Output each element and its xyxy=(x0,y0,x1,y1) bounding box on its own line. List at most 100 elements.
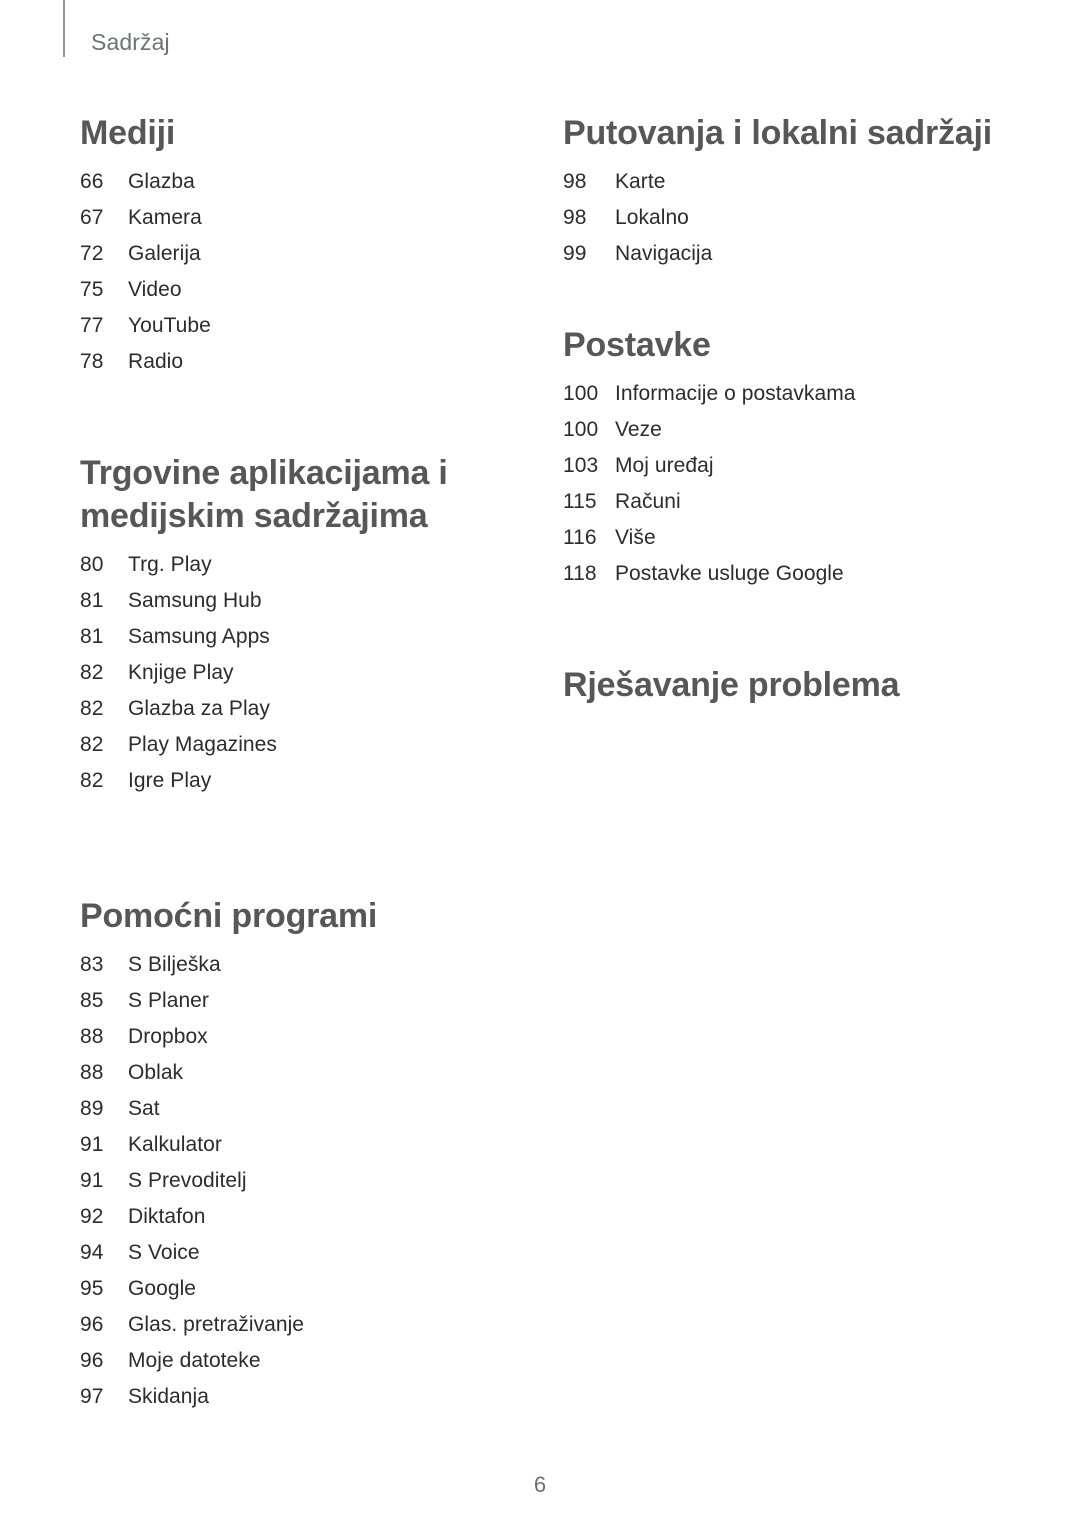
toc-entry-label: S Planer xyxy=(128,989,209,1012)
toc-entry-label: Moje datoteke xyxy=(128,1349,261,1372)
toc-entry-page: 82 xyxy=(80,769,104,792)
toc-entry-label: Navigacija xyxy=(615,242,713,265)
heading-spacer xyxy=(80,155,520,164)
toc-entry-page: 94 xyxy=(80,1241,104,1264)
toc-entry-page: 118 xyxy=(563,562,597,585)
toc-entry-label: Moj uređaj xyxy=(615,454,714,477)
toc-entry[interactable]: 99 Navigacija xyxy=(563,236,1013,272)
toc-entry[interactable]: 77 YouTube xyxy=(80,308,520,344)
toc-entry[interactable]: 103 Moj uređaj xyxy=(563,448,1013,484)
toc-entry[interactable]: 118 Postavke usluge Google xyxy=(563,556,1013,592)
running-header: Sadržaj xyxy=(63,0,170,57)
toc-entry-list: 98 Karte 98 Lokalno 99 Navigacija xyxy=(563,164,1013,272)
toc-entry-page: 103 xyxy=(563,454,599,477)
toc-entry-label: Računi xyxy=(615,490,681,513)
toc-entry-page: 115 xyxy=(563,490,597,513)
toc-entry-page: 95 xyxy=(80,1277,104,1300)
toc-entry[interactable]: 88 Oblak xyxy=(80,1055,520,1091)
toc-entry-label: S Voice xyxy=(128,1241,200,1264)
toc-entry-label: Karte xyxy=(615,170,666,193)
toc-entry-label: Skidanja xyxy=(128,1385,209,1408)
toc-entry[interactable]: 82 Play Magazines xyxy=(80,727,520,763)
toc-entry[interactable]: 82 Knjige Play xyxy=(80,655,520,691)
toc-entry[interactable]: 88 Dropbox xyxy=(80,1019,520,1055)
toc-entry-list: 100 Informacije o postavkama 100 Veze 103 Moj… xyxy=(563,376,1013,592)
toc-entry-page: 92 xyxy=(80,1205,104,1228)
toc-section-trgovine-aplikacijama-i-medijskim-sadrza: Trgovine aplikacijama i medijskim sadrža… xyxy=(80,452,520,799)
toc-entry-page: 88 xyxy=(80,1061,104,1084)
toc-column-left: Mediji 66 Glazba 67 Kamera 72 Galerija 75 Video 7… xyxy=(80,112,520,1415)
toc-section-putovanja-i-lokalni-sadrzaji: Putovanja i lokalni sadržaji 98 Karte 98 Lok… xyxy=(563,112,1013,272)
toc-entry-list: 80 Trg. Play 81 Samsung Hub 81 Samsung Apps 82… xyxy=(80,547,520,799)
toc-entry[interactable]: 66 Glazba xyxy=(80,164,520,200)
toc-entry-label: Glazba xyxy=(128,170,195,193)
toc-entry[interactable]: 116 Više xyxy=(563,520,1013,556)
toc-entry-label: Postavke usluge Google xyxy=(615,562,844,585)
toc-entry[interactable]: 82 Igre Play xyxy=(80,763,520,799)
toc-entry-label: Radio xyxy=(128,350,184,373)
toc-entry-label: Google xyxy=(128,1277,197,1300)
toc-entry-page: 89 xyxy=(80,1097,104,1120)
toc-entry-label: Dropbox xyxy=(128,1025,208,1048)
toc-entry-page: 99 xyxy=(563,242,587,265)
toc-entry[interactable]: 115 Računi xyxy=(563,484,1013,520)
toc-entry-page: 82 xyxy=(80,697,104,720)
toc-entry-label: Galerija xyxy=(128,242,201,265)
toc-entry[interactable]: 98 Karte xyxy=(563,164,1013,200)
heading-spacer xyxy=(563,367,1013,376)
toc-entry[interactable]: 75 Video xyxy=(80,272,520,308)
toc-entry-page: 91 xyxy=(80,1133,104,1156)
toc-entry[interactable]: 67 Kamera xyxy=(80,200,520,236)
toc-entry-page: 77 xyxy=(80,314,104,337)
toc-entry-page: 81 xyxy=(80,625,104,648)
toc-entry[interactable]: 89 Sat xyxy=(80,1091,520,1127)
toc-entry[interactable]: 98 Lokalno xyxy=(563,200,1013,236)
toc-entry-label: Kamera xyxy=(128,206,202,229)
toc-entry[interactable]: 96 Glas. pretraživanje xyxy=(80,1307,520,1343)
toc-entry-page: 91 xyxy=(80,1169,104,1192)
toc-entry[interactable]: 91 Kalkulator xyxy=(80,1127,520,1163)
toc-entry-page: 67 xyxy=(80,206,104,229)
toc-entry[interactable]: 100 Veze xyxy=(563,412,1013,448)
toc-entry[interactable]: 80 Trg. Play xyxy=(80,547,520,583)
toc-entry-label: Glazba za Play xyxy=(128,697,270,720)
toc-page: Sadržaj Mediji 66 Glazba 67 Kamera 72 Galerija… xyxy=(0,0,1080,1527)
toc-entry-page: 100 xyxy=(563,418,599,441)
heading-spacer xyxy=(563,155,1013,164)
toc-entry[interactable]: 94 S Voice xyxy=(80,1235,520,1271)
section-heading: Pomoćni programi xyxy=(80,897,378,935)
toc-entry[interactable]: 83 S Bilješka xyxy=(80,947,520,983)
toc-entry-page: 98 xyxy=(563,170,587,193)
section-heading: Postavke xyxy=(563,326,711,364)
section-heading: Putovanja i lokalni sadržaji xyxy=(563,114,992,152)
toc-entry-label: Knjige Play xyxy=(128,661,234,684)
toc-entry[interactable]: 81 Samsung Hub xyxy=(80,583,520,619)
toc-entry[interactable]: 96 Moje datoteke xyxy=(80,1343,520,1379)
toc-entry[interactable]: 95 Google xyxy=(80,1271,520,1307)
toc-column-right: Putovanja i lokalni sadržaji 98 Karte 98 Lok… xyxy=(563,112,1013,707)
toc-entry-page: 82 xyxy=(80,733,104,756)
toc-section-pomocni-programi: Pomoćni programi 83 S Bilješka 85 S Planer 88… xyxy=(80,895,520,1415)
toc-entry[interactable]: 72 Galerija xyxy=(80,236,520,272)
toc-entry[interactable]: 92 Diktafon xyxy=(80,1199,520,1235)
toc-entry-page: 66 xyxy=(80,170,104,193)
toc-entry[interactable]: 100 Informacije o postavkama xyxy=(563,376,1013,412)
toc-entry-page: 72 xyxy=(80,242,104,265)
toc-entry-label: Play Magazines xyxy=(128,733,277,756)
toc-entry[interactable]: 81 Samsung Apps xyxy=(80,619,520,655)
toc-entry-label: Video xyxy=(128,278,182,301)
section-heading: Mediji xyxy=(80,114,176,152)
toc-entry[interactable]: 97 Skidanja xyxy=(80,1379,520,1415)
toc-entry[interactable]: 91 S Prevoditelj xyxy=(80,1163,520,1199)
toc-entry-label: Više xyxy=(615,526,656,549)
toc-entry-page: 97 xyxy=(80,1385,104,1408)
toc-entry[interactable]: 78 Radio xyxy=(80,344,520,380)
toc-entry[interactable]: 82 Glazba za Play xyxy=(80,691,520,727)
toc-entry-label: Oblak xyxy=(128,1061,184,1084)
running-header-label: Sadržaj xyxy=(91,29,170,55)
toc-entry[interactable]: 85 S Planer xyxy=(80,983,520,1019)
toc-entry-page: 78 xyxy=(80,350,104,373)
toc-entry-page: 85 xyxy=(80,989,104,1012)
toc-entry-label: Samsung Hub xyxy=(128,589,262,612)
